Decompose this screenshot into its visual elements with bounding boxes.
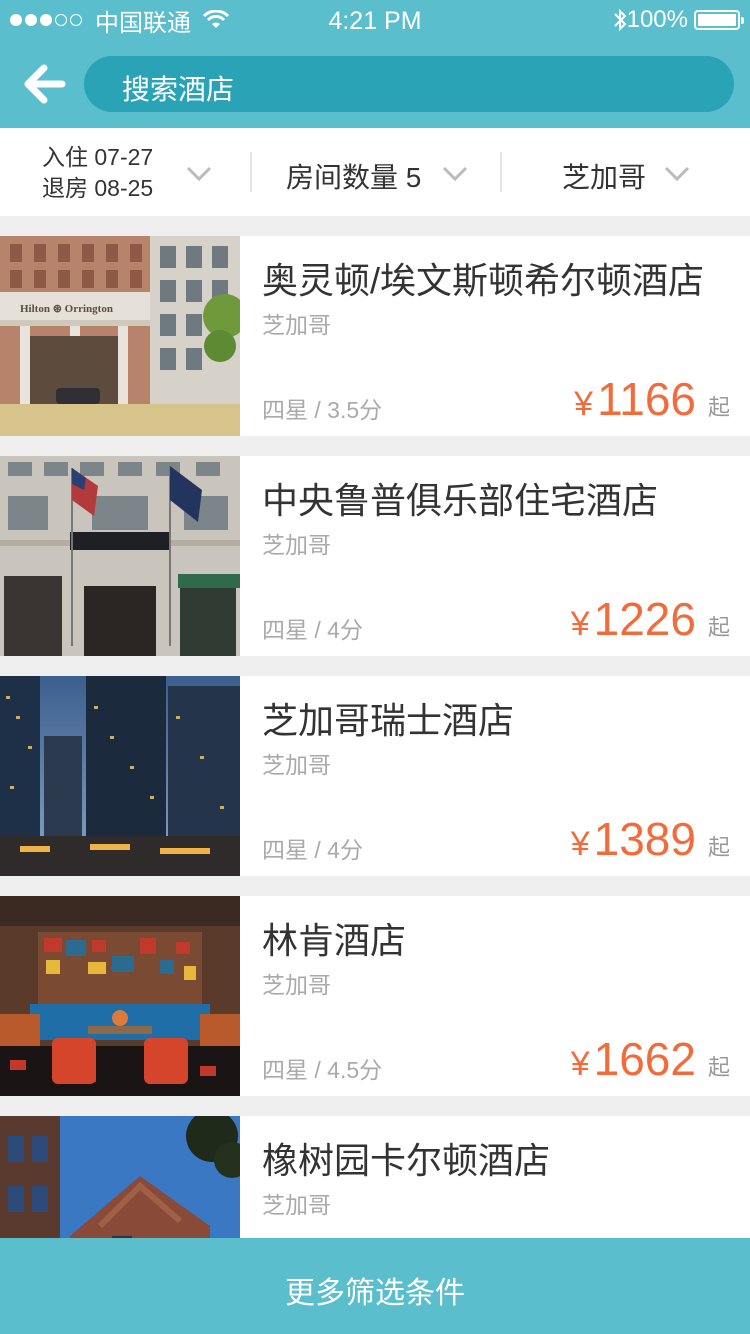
price-amount: 1662 — [593, 1033, 696, 1085]
hotel-city: 芝加哥 — [262, 312, 331, 338]
battery-percent: 100% — [626, 6, 688, 33]
hotel-price: ¥ 1389 起 — [571, 812, 730, 866]
currency-symbol: ¥ — [570, 605, 590, 643]
search-input[interactable]: 搜索酒店 — [84, 56, 734, 112]
search-label: 搜索酒店 — [122, 74, 235, 105]
checkout-date: 退房 08-25 — [42, 175, 154, 201]
filter-bar: 入住 07-27 退房 08-25 房间数量 5 芝加哥 — [0, 128, 750, 216]
hotel-name: 中央鲁普俱乐部住宅酒店 — [262, 480, 659, 521]
hotel-name: 橡树园卡尔顿酒店 — [262, 1140, 551, 1181]
hotel-price: ¥ 1662 起 — [571, 1032, 730, 1086]
hotel-card[interactable]: 中央鲁普俱乐部住宅酒店 芝加哥 四星 / 4分 ¥ 1226 起 — [0, 456, 750, 656]
hotel-photo — [0, 896, 240, 1096]
hotel-city: 芝加哥 — [262, 1192, 331, 1218]
back-arrow-icon[interactable] — [22, 62, 66, 106]
currency-symbol: ¥ — [570, 1045, 590, 1083]
bluetooth-icon — [613, 8, 627, 32]
hotel-sign-text: Hilton ⊛ Orrington — [20, 303, 113, 315]
hotel-city: 芝加哥 — [262, 532, 331, 558]
hotel-rating: 四星 / 4分 — [262, 837, 363, 863]
checkin-date: 入住 07-27 — [42, 144, 154, 170]
price-suffix: 起 — [707, 395, 730, 420]
hotel-city: 芝加哥 — [262, 972, 331, 998]
more-filters-button[interactable]: 更多筛选条件 — [0, 1238, 750, 1334]
price-amount: 1166 — [597, 373, 696, 425]
top-header: 中国联通 4:21 PM 100% 搜索酒店 — [0, 0, 750, 128]
price-amount: 1389 — [593, 813, 696, 865]
battery-icon — [694, 10, 744, 30]
chevron-down-icon[interactable] — [186, 166, 212, 182]
hotel-photo — [0, 676, 240, 876]
currency-symbol: ¥ — [574, 385, 594, 423]
divider — [500, 152, 502, 192]
more-filters-label: 更多筛选条件 — [285, 1277, 465, 1310]
status-bar: 中国联通 4:21 PM 100% — [0, 0, 750, 40]
price-amount: 1226 — [593, 593, 696, 645]
divider — [250, 152, 252, 192]
chevron-down-icon[interactable] — [664, 166, 690, 182]
date-filter[interactable]: 入住 07-27 退房 08-25 — [42, 142, 153, 204]
currency-symbol: ¥ — [570, 825, 590, 863]
hotel-card[interactable]: 林肯酒店 芝加哥 四星 / 4.5分 ¥ 1662 起 — [0, 896, 750, 1096]
hotel-price: ¥ 1226 起 — [571, 592, 730, 646]
hotel-card[interactable]: 芝加哥瑞士酒店 芝加哥 四星 / 4分 ¥ 1389 起 — [0, 676, 750, 876]
hotel-photo — [0, 456, 240, 656]
hotel-name: 芝加哥瑞士酒店 — [262, 700, 515, 741]
hotel-photo: Hilton ⊛ Orrington — [0, 236, 240, 436]
chevron-down-icon[interactable] — [442, 166, 468, 182]
hotel-name: 奥灵顿/埃文斯顿希尔顿酒店 — [262, 260, 705, 301]
city-filter[interactable]: 芝加哥 — [562, 156, 646, 196]
price-suffix: 起 — [707, 835, 730, 860]
hotel-rating: 四星 / 4分 — [262, 617, 363, 643]
hotel-rating: 四星 / 3.5分 — [262, 397, 383, 423]
hotel-name: 林肯酒店 — [262, 920, 407, 961]
price-suffix: 起 — [707, 1055, 730, 1080]
hotel-card[interactable]: Hilton ⊛ Orrington 奥灵顿/埃文斯顿希尔顿酒店 芝加哥 四星 … — [0, 236, 750, 436]
hotel-rating: 四星 / 4.5分 — [262, 1057, 383, 1083]
price-suffix: 起 — [707, 615, 730, 640]
hotel-price: ¥ 1166 起 — [574, 372, 730, 426]
room-count-filter[interactable]: 房间数量 5 — [286, 156, 421, 196]
hotel-city: 芝加哥 — [262, 752, 331, 778]
